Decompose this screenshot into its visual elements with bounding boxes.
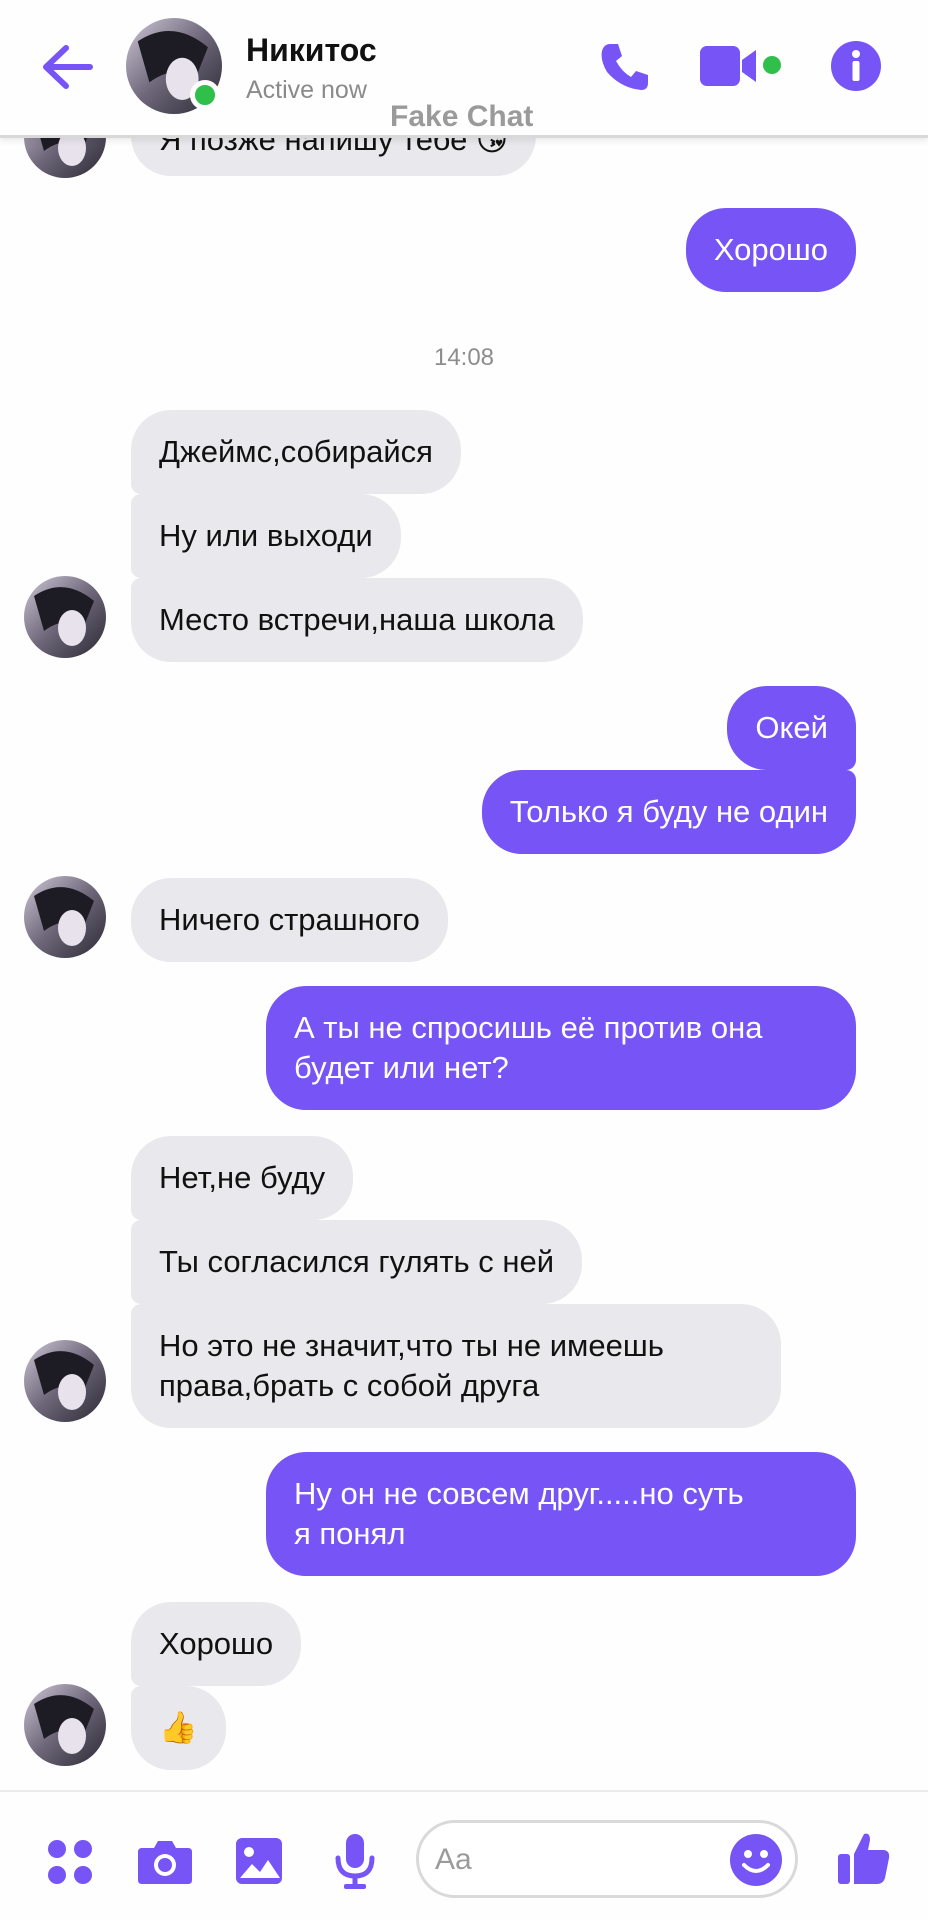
info-icon[interactable] — [830, 40, 882, 92]
incoming-message[interactable]: Ничего страшного — [131, 878, 448, 962]
contact-avatar[interactable] — [24, 576, 106, 658]
outgoing-message[interactable]: Только я буду не один — [481, 770, 856, 854]
outgoing-message[interactable]: Ну он не совсем друг.....но суть я понял — [266, 1452, 856, 1576]
arrow-left-icon[interactable] — [36, 36, 98, 98]
message-composer: Aa — [0, 1790, 928, 1920]
active-video-dot — [763, 56, 781, 74]
incoming-message[interactable]: Но это не значит,что ты не имеешь права,… — [131, 1304, 781, 1428]
contact-status: Active now — [246, 76, 367, 104]
incoming-message[interactable]: 👍 — [131, 1686, 226, 1770]
incoming-message[interactable]: Место встречи,наша школа — [131, 578, 583, 662]
message-input[interactable]: Aa — [416, 1820, 798, 1898]
message-input-placeholder: Aa — [435, 1843, 472, 1876]
dots-grid-icon[interactable] — [46, 1838, 94, 1886]
outgoing-message[interactable]: Окей — [727, 686, 856, 770]
incoming-message[interactable]: Ты согласился гулять с ней — [131, 1220, 583, 1304]
incoming-message[interactable]: Хорошо — [131, 1602, 302, 1686]
phone-icon[interactable] — [596, 38, 654, 96]
incoming-message[interactable]: Ну или выходи — [131, 494, 401, 578]
watermark: Fake Chat — [390, 100, 534, 133]
microphone-icon[interactable] — [334, 1832, 376, 1890]
thumbs-up-icon[interactable] — [836, 1830, 892, 1886]
online-status-dot — [190, 80, 220, 110]
camera-icon[interactable] — [136, 1838, 194, 1886]
contact-avatar[interactable] — [24, 1340, 106, 1422]
contact-avatar[interactable] — [24, 1684, 106, 1766]
video-camera-icon[interactable] — [698, 44, 760, 88]
incoming-message[interactable]: Нет,не буду — [131, 1136, 354, 1220]
message-timestamp: 14:08 — [433, 344, 495, 371]
message-list[interactable]: Я позже напишу тебе 😘 Хорошо 14:08 Джейм… — [0, 0, 928, 1790]
contact-name[interactable]: Никитос — [246, 32, 377, 69]
contact-avatar[interactable] — [24, 876, 106, 958]
image-icon[interactable] — [234, 1836, 284, 1886]
outgoing-message[interactable]: Хорошо — [685, 208, 856, 292]
outgoing-message[interactable]: А ты не спросишь её против она будет или… — [266, 986, 856, 1110]
smiley-icon[interactable] — [729, 1833, 783, 1887]
incoming-message[interactable]: Джеймс,собирайся — [131, 410, 461, 494]
